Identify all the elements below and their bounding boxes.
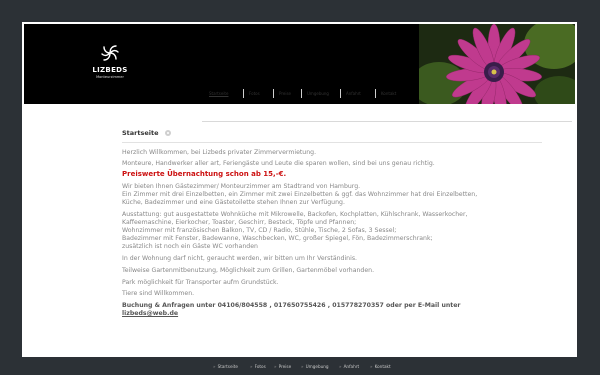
footer-link-startseite[interactable]: » Startseite [213, 364, 238, 369]
booking-contact-text: Buchung & Anfragen unter 04106/804558 , … [122, 302, 461, 309]
rooms-text-3: Küche, Badezimmer und eine Gästetoilette… [122, 199, 345, 206]
footer-link-kontakt[interactable]: » Kontakt [370, 364, 391, 369]
equipment-text-1: Ausstattung: gut ausgestattete Wohnküche… [122, 211, 468, 218]
rooms-text-2: Ein Zimmer mit drei Einzelbetten, ein Zi… [122, 191, 478, 198]
nav-separator [301, 89, 302, 98]
no-smoking-text: In der Wohnung darf nicht, geraucht werd… [122, 255, 358, 262]
footer-link-label: Startseite [217, 364, 238, 369]
rooms-text-1: Wir bieten Ihnen Gästezimmer/ Monteurzim… [122, 183, 361, 190]
nav-item-startseite[interactable]: Startseite [205, 88, 232, 99]
logo-title: LIZBEDS [92, 66, 128, 74]
site-logo[interactable]: LIZBEDS Monteurzimmer [82, 42, 138, 79]
footer-link-anfahrt[interactable]: » Anfahrt [339, 364, 359, 369]
price-highlight: Preiswerte Übernachtung schon ab 15,-€. [122, 170, 287, 178]
footer-link-umgebung[interactable]: » Umgebung [301, 364, 329, 369]
equipment-text-4: Badezimmer mit Fenster, Badewanne, Wasch… [122, 235, 433, 242]
nav-item-kontakt[interactable]: Kontakt [377, 88, 400, 99]
logo-swirl-icon [101, 45, 119, 61]
heading-bullet-icon [165, 130, 171, 136]
footer-arrow-icon: » [213, 364, 216, 369]
nav-item-anfahrt[interactable]: Anfahrt [342, 88, 365, 99]
equipment-text-2: Kaffeemaschine, Eierkocher, Toaster, Ges… [122, 219, 357, 226]
header-banner: LIZBEDS Monteurzimmer [24, 24, 575, 104]
nav-item-umgebung[interactable]: Umgebung [303, 88, 333, 99]
nav-underline [202, 121, 572, 122]
nav-item-preise[interactable]: Preise [275, 88, 295, 99]
nav-item-fotos[interactable]: Fotos [245, 88, 264, 99]
equipment-text-5: zusätzlich ist noch ein Gäste WC vorhand… [122, 243, 258, 250]
logo-subtitle: Monteurzimmer [96, 75, 124, 79]
parking-text: Park möglichkeit für Transporter aufm Gr… [122, 279, 279, 286]
footer-link-label: Kontakt [374, 364, 391, 369]
footer-arrow-icon: » [250, 364, 253, 369]
garden-text: Teilweise Gartenmitbenutzung, Möglichkei… [122, 267, 375, 274]
footer-link-fotos[interactable]: » Fotos [250, 364, 266, 369]
footer-link-label: Umgebung [305, 364, 329, 369]
pets-text: Tiere sind Willkommen. [122, 290, 195, 297]
welcome-text: Herzlich Willkommen, bei Lizbeds private… [122, 149, 317, 156]
nav-separator [243, 89, 244, 98]
flower-photo [419, 24, 575, 104]
page-title: Startseite [122, 129, 159, 137]
equipment-text-3: Wohnzimmer mit französischen Balkon, TV,… [122, 227, 397, 234]
footer-link-preise[interactable]: » Preise [274, 364, 291, 369]
footer-arrow-icon: » [370, 364, 373, 369]
footer-arrow-icon: » [301, 364, 304, 369]
footer-arrow-icon: » [339, 364, 342, 369]
heading-divider [122, 142, 542, 143]
nav-separator [375, 89, 376, 98]
footer-link-label: Anfahrt [343, 364, 360, 369]
footer-nav: » Startseite» Fotos» Preise» Umgebung» Anfahr… [0, 361, 600, 375]
audience-text: Monteure, Handwerker aller art, Feriengä… [122, 160, 435, 167]
page-container: LIZBEDS Monteurzimmer Startseite Herzlic… [22, 22, 577, 357]
footer-link-label: Fotos [254, 364, 266, 369]
footer-arrow-icon: » [274, 364, 277, 369]
email-link[interactable]: lizbeds@web.de [122, 310, 178, 318]
nav-separator [340, 89, 341, 98]
footer-link-label: Preise [278, 364, 292, 369]
nav-separator [273, 89, 274, 98]
